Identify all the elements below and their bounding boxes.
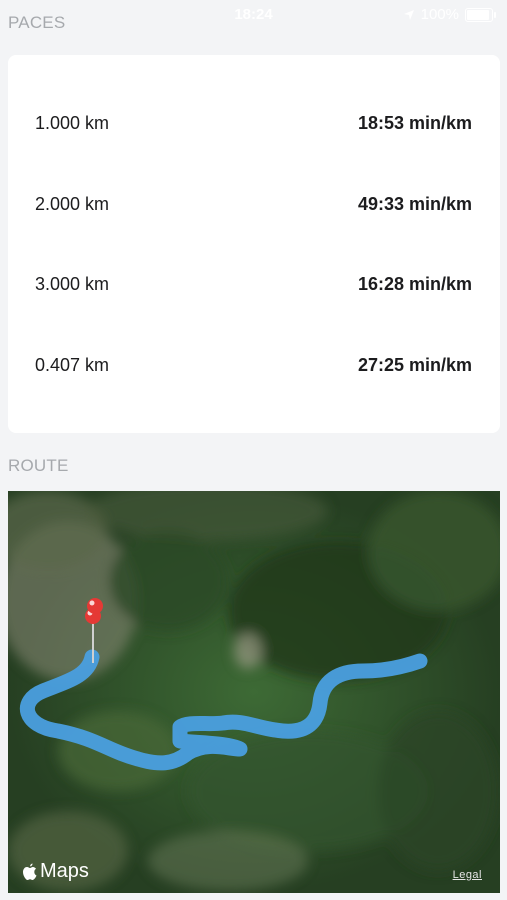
route-map[interactable]: Maps Legal: [8, 491, 500, 893]
legal-link[interactable]: Legal: [453, 869, 482, 881]
apple-icon: [23, 863, 37, 880]
pace-distance: 3.000 km: [35, 273, 110, 294]
pace-distance: 0.407 km: [35, 354, 110, 375]
location-arrow-icon: [403, 9, 414, 20]
paces-card: 1.000 km 18:53 min/km 2.000 km 49:33 min…: [8, 55, 500, 433]
battery-icon: [465, 7, 496, 22]
end-pin-icon[interactable]: [84, 595, 106, 625]
status-bar: 18:24 100%: [0, 0, 507, 30]
maps-brand-label: Maps: [40, 860, 89, 882]
route-section-header: ROUTE: [8, 456, 69, 475]
satellite-map: [8, 491, 500, 893]
pace-value: 18:53 min/km: [357, 112, 472, 133]
pace-row: 0.407 km 27:25 min/km: [8, 345, 500, 385]
pace-row: 2.000 km 49:33 min/km: [8, 184, 500, 224]
pace-value: 16:28 min/km: [357, 273, 472, 294]
battery-percent: 100%: [420, 6, 459, 23]
pace-value: 49:33 min/km: [357, 193, 472, 214]
pace-row: 1.000 km 18:53 min/km: [8, 103, 500, 143]
pace-value: 27:25 min/km: [357, 354, 472, 375]
pace-row: 3.000 km 16:28 min/km: [8, 264, 500, 304]
maps-logo: Maps: [22, 860, 89, 883]
pace-distance: 2.000 km: [35, 193, 110, 214]
status-right: 100%: [403, 6, 496, 23]
paces-section-header: PACES: [8, 13, 66, 32]
pace-distance: 1.000 km: [35, 112, 110, 133]
